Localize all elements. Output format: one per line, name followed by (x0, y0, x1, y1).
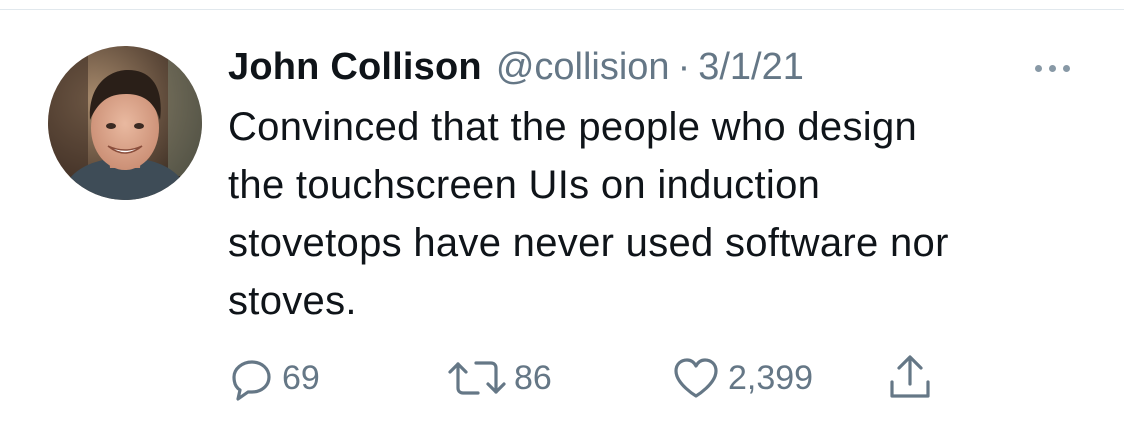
retweet-icon (448, 361, 506, 395)
share-icon (890, 355, 930, 398)
reply-button[interactable]: 69 (228, 350, 320, 406)
tweet-date[interactable]: 3/1/21 (698, 42, 804, 92)
retweet-button[interactable]: 86 (446, 350, 552, 406)
tweet-actions: 69 86 2,399 (228, 350, 948, 406)
more-options-button[interactable] (1026, 56, 1078, 80)
retweet-count: 86 (514, 358, 552, 397)
tweet-text: Convinced that the people who design the… (228, 105, 949, 323)
like-button[interactable]: 2,399 (670, 350, 813, 406)
heart-icon (674, 358, 718, 398)
share-button[interactable] (886, 350, 934, 406)
reply-count: 69 (282, 358, 320, 397)
reply-icon (232, 360, 271, 401)
tweet-header: John Collison @collision · 3/1/21 (228, 42, 804, 92)
user-handle[interactable]: @collision (496, 42, 670, 92)
avatar-photo (48, 46, 202, 200)
tweet[interactable]: John Collison @collision · 3/1/21 Convin… (0, 0, 1124, 422)
more-icon (1034, 64, 1070, 72)
avatar[interactable] (48, 46, 202, 200)
display-name[interactable]: John Collison (228, 42, 482, 92)
like-count: 2,399 (728, 358, 814, 397)
header-separator: · (677, 46, 691, 88)
